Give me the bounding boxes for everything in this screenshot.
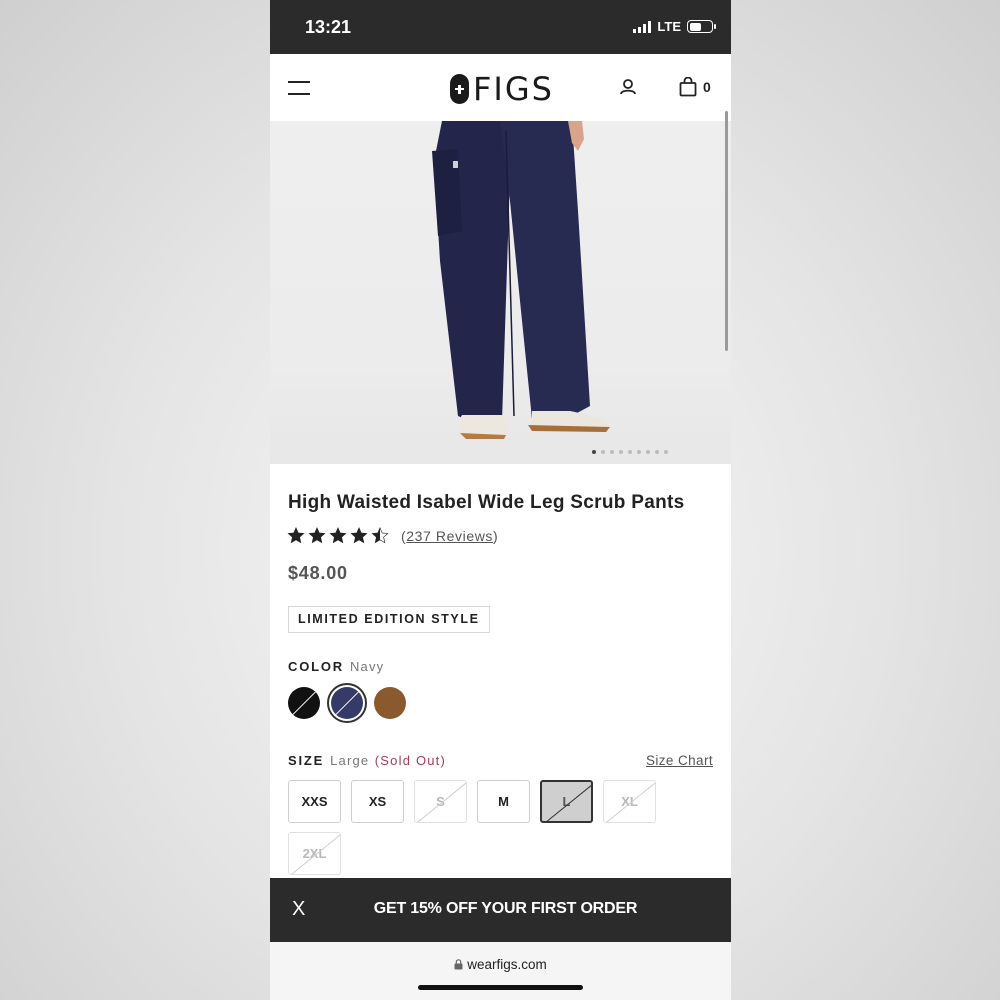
size-label: SIZE — [288, 753, 325, 768]
carousel-dot[interactable] — [619, 450, 623, 454]
carousel-dot[interactable] — [646, 450, 650, 454]
reviews-link[interactable]: (237 Reviews) — [401, 528, 498, 544]
status-bar: 13:21 LTE — [270, 0, 731, 54]
status-time: 13:21 — [305, 17, 352, 37]
product-title: High Waisted Isabel Wide Leg Scrub Pants — [288, 492, 685, 513]
size-label-text: XS — [368, 794, 387, 809]
carousel-dot[interactable] — [628, 450, 632, 454]
star-icon — [371, 527, 389, 544]
unavailable-slash — [416, 781, 466, 822]
site-header: FIGS 0 — [270, 54, 731, 121]
star-icon — [287, 527, 305, 544]
signal-icon — [633, 20, 652, 33]
size-label-text: M — [498, 794, 509, 809]
carousel-dot[interactable] — [637, 450, 641, 454]
color-swatch-black[interactable] — [288, 687, 320, 719]
promo-text[interactable]: GET 15% OFF YOUR FIRST ORDER — [270, 900, 731, 918]
carousel-dot[interactable] — [592, 450, 596, 454]
unavailable-slash — [333, 689, 362, 717]
phone-screen: 13:21 LTE FIGS 0 High Waisted Isabel Wid… — [270, 0, 731, 1000]
network-label: LTE — [657, 19, 681, 34]
figs-logo[interactable]: FIGS — [450, 70, 554, 108]
reviews-count: 237 Reviews — [406, 527, 494, 544]
color-swatches — [288, 683, 406, 723]
unavailable-slash — [290, 833, 340, 874]
logo-mark-icon — [450, 74, 469, 104]
selected-size: Large — [330, 753, 370, 768]
carousel-dot[interactable] — [655, 450, 659, 454]
size-button-m[interactable]: M — [477, 780, 530, 823]
star-icon — [329, 527, 347, 544]
product-image[interactable] — [270, 121, 731, 464]
promo-banner[interactable]: X GET 15% OFF YOUR FIRST ORDER — [270, 878, 731, 942]
product-rating: (237 Reviews) — [287, 527, 498, 544]
star-rating — [287, 527, 389, 544]
color-label-row: COLOR Navy — [288, 659, 384, 674]
size-label-text: XXS — [301, 794, 328, 809]
color-swatch-navy[interactable] — [327, 683, 367, 723]
shopping-bag-icon[interactable] — [679, 77, 697, 97]
carousel-dot[interactable] — [610, 450, 614, 454]
size-button-s[interactable]: S — [414, 780, 467, 823]
browser-address-bar[interactable]: wearfigs.com — [270, 942, 731, 1000]
product-photo-scrub-pants — [432, 121, 611, 439]
logo-text: FIGS — [473, 70, 554, 108]
star-icon — [350, 527, 368, 544]
size-chart-link[interactable]: Size Chart — [646, 753, 713, 768]
url-text: wearfigs.com — [467, 957, 547, 972]
home-indicator[interactable] — [418, 985, 583, 990]
lock-icon — [454, 959, 463, 970]
hamburger-menu-icon[interactable] — [288, 81, 310, 95]
account-icon[interactable] — [619, 78, 637, 96]
size-button-xxs[interactable]: XXS — [288, 780, 341, 823]
color-label: COLOR — [288, 659, 344, 674]
carousel-dot[interactable] — [664, 450, 668, 454]
selected-color: Navy — [349, 659, 385, 674]
carousel-dot[interactable] — [601, 450, 605, 454]
image-carousel-dots[interactable] — [592, 450, 668, 454]
size-label-row: SIZE Large (Sold Out) — [288, 753, 446, 768]
status-indicators: LTE — [633, 19, 716, 34]
size-button-xs[interactable]: XS — [351, 780, 404, 823]
size-button-l[interactable]: L — [540, 780, 593, 823]
sold-out-status: (Sold Out) — [374, 753, 447, 768]
limited-edition-badge: LIMITED EDITION STYLE — [288, 606, 490, 633]
unavailable-slash — [605, 781, 655, 822]
unavailable-slash — [543, 782, 591, 821]
cart-count[interactable]: 0 — [703, 79, 711, 95]
page-scrollbar[interactable] — [725, 111, 728, 351]
star-icon — [308, 527, 326, 544]
size-button-xl[interactable]: XL — [603, 780, 656, 823]
product-price: $48.00 — [288, 563, 348, 583]
url-display[interactable]: wearfigs.com — [270, 957, 731, 972]
size-button-2xl[interactable]: 2XL — [288, 832, 341, 875]
battery-icon — [687, 20, 716, 33]
size-options: XXS XS S M LXL 2XL — [288, 780, 708, 875]
color-swatch-brown[interactable] — [374, 687, 406, 719]
unavailable-slash — [290, 689, 319, 717]
